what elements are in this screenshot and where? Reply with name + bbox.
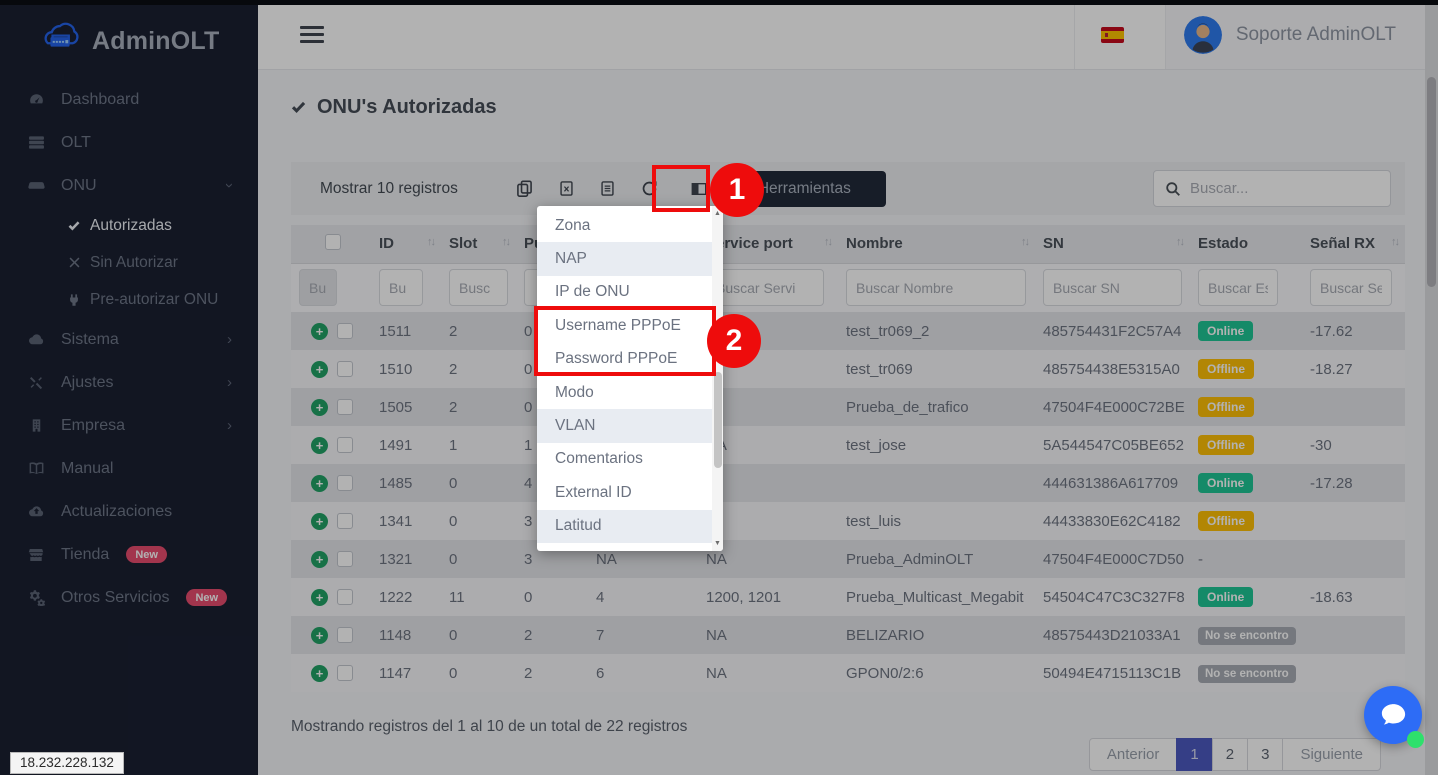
column-menu-item-external-id[interactable]: External ID [537, 476, 712, 509]
column-menu-item-label: IP de ONU [555, 283, 630, 301]
column-visibility-menu: ZonaNAPIP de ONUUsername PPPoEPassword P… [537, 206, 723, 551]
column-menu-item-comentarios[interactable]: Comentarios [537, 443, 712, 476]
column-menu-item-label: Latitud [555, 517, 602, 535]
column-menu-item-vlan[interactable]: VLAN [537, 409, 712, 442]
column-menu-item-label: VLAN [555, 417, 596, 435]
column-menu-item-label: External ID [555, 484, 632, 502]
column-menu-item-label: NAP [555, 250, 587, 268]
chat-bubble-icon [1378, 700, 1409, 731]
scrollbar-thumb[interactable] [714, 372, 722, 468]
annotation-box-1 [652, 165, 710, 212]
column-menu-item-label: Comentarios [555, 450, 643, 468]
online-status-dot [1407, 731, 1424, 748]
menu-scrollbar[interactable]: ▲ ▼ [712, 206, 723, 551]
column-menu-item-ip-de-onu[interactable]: IP de ONU [537, 276, 712, 309]
scroll-down-icon[interactable]: ▼ [712, 540, 723, 547]
annotation-box-2 [534, 306, 716, 376]
column-menu-item-latitud[interactable]: Latitud [537, 510, 712, 543]
column-menu-item-label: Zona [555, 217, 590, 235]
annotation-badge-2: 2 [707, 314, 761, 368]
chat-widget-button[interactable] [1364, 686, 1422, 744]
annotation-badge-1: 1 [710, 163, 764, 217]
column-menu-item-label: Modo [555, 384, 594, 402]
column-menu-item-nap[interactable]: NAP [537, 242, 712, 275]
app-window: AdminOLT DashboardOLTONU›AutorizadasSin … [0, 0, 1438, 775]
column-menu-item-zona[interactable]: Zona [537, 209, 712, 242]
browser-status-bar: 18.232.228.132 [10, 752, 124, 774]
column-menu-item-modo[interactable]: Modo [537, 376, 712, 409]
